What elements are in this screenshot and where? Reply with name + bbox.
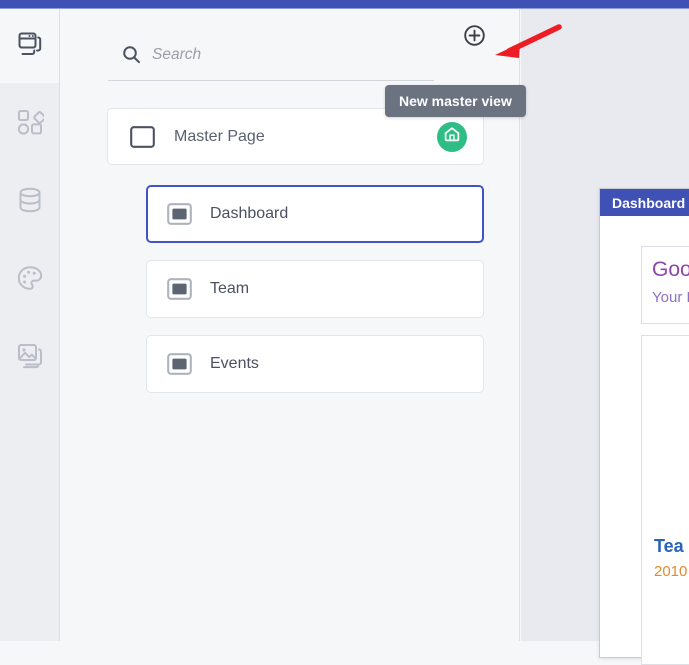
view-icon — [167, 203, 192, 225]
plus-circle-icon — [463, 24, 486, 50]
sidebar-item-components[interactable] — [0, 83, 59, 161]
child-page-row-dashboard[interactable]: Dashboard — [146, 185, 484, 243]
master-pages-panel: New master view Master Page Dashboard — [60, 9, 526, 641]
child-page-row-team[interactable]: Team — [146, 260, 484, 318]
greeting-title: Good — [652, 258, 689, 281]
add-master-view-button[interactable] — [459, 22, 489, 52]
child-page-label: Team — [210, 280, 250, 297]
home-badge[interactable] — [437, 121, 467, 152]
search-icon — [122, 45, 141, 69]
shapes-icon — [16, 108, 44, 136]
sidebar-item-styles[interactable] — [0, 239, 59, 317]
search-bar[interactable] — [108, 37, 483, 81]
view-icon — [167, 278, 192, 300]
palette-icon — [16, 264, 44, 292]
page-outline-icon — [130, 125, 155, 148]
stat-title: Tea — [654, 536, 684, 556]
icon-rail — [0, 9, 60, 641]
sidebar-item-media[interactable] — [0, 317, 59, 395]
child-page-label: Dashboard — [210, 205, 289, 222]
app-title-bar — [0, 0, 689, 9]
child-page-label: Events — [210, 355, 259, 372]
search-underline — [108, 80, 434, 81]
view-icon — [167, 353, 192, 375]
stat-card: Tea 2010 — [641, 335, 689, 665]
search-input[interactable] — [150, 37, 444, 73]
tooltip: New master view — [385, 85, 526, 117]
windows-stack-icon — [15, 29, 45, 64]
sidebar-item-data[interactable] — [0, 161, 59, 239]
app-logo-button[interactable] — [0, 9, 59, 83]
greeting-subtitle: Your H — [652, 289, 689, 306]
greeting-card: Good Your H — [641, 246, 689, 324]
artboard-dashboard[interactable]: Dashboard Good Your H Tea 2010 — [599, 188, 689, 665]
master-page-label: Master Page — [174, 127, 265, 145]
images-icon — [16, 342, 44, 370]
artboard-title: Dashboard — [600, 189, 689, 216]
tooltip-label: New master view — [399, 93, 512, 109]
database-icon — [16, 186, 44, 214]
child-page-row-events[interactable]: Events — [146, 335, 484, 393]
stat-value: 2010 — [654, 563, 688, 580]
home-icon — [443, 125, 461, 148]
design-canvas[interactable]: Dashboard Good Your H Tea 2010 — [521, 9, 689, 665]
